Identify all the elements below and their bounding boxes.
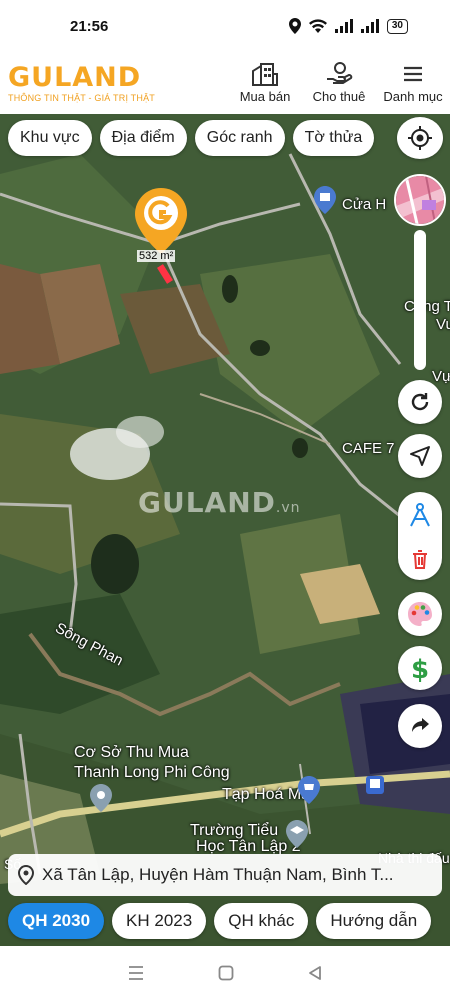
map-label: Vu <box>436 316 450 333</box>
refresh-button[interactable] <box>398 380 442 424</box>
filter-chips: Khu vực Địa điểm Góc ranh Tờ thửa <box>8 120 375 156</box>
property-pin-icon[interactable] <box>135 188 187 254</box>
watermark-text: GULAND <box>138 486 276 519</box>
header-nav: Mua bán Cho thuê Danh mục <box>234 62 444 104</box>
location-icon <box>288 18 301 34</box>
crosshair-icon <box>408 126 432 150</box>
school-marker-icon[interactable] <box>286 820 308 848</box>
opacity-slider[interactable] <box>414 230 426 370</box>
logo-text: GULAND <box>8 61 142 93</box>
location-pin-icon <box>18 865 34 885</box>
logo[interactable]: GULAND THÔNG TIN THẬT - GIÁ TRỊ THẬT <box>8 61 213 103</box>
share-icon <box>412 718 429 732</box>
map-label: Cửa H <box>342 196 387 213</box>
logo-tagline: THÔNG TIN THẬT - GIÁ TRỊ THẬT <box>8 92 155 103</box>
back-icon[interactable] <box>307 965 323 981</box>
watermark-suffix: .vn <box>275 500 301 516</box>
store-marker-icon[interactable] <box>298 776 320 804</box>
dollar-icon: $ <box>411 655 429 683</box>
trash-icon[interactable] <box>409 548 431 570</box>
refresh-icon <box>411 393 429 411</box>
signal-icon-2 <box>360 19 379 33</box>
place-marker-icon[interactable] <box>90 784 112 812</box>
tab-qh-khac[interactable]: QH khác <box>214 903 309 939</box>
nav-cho-thue[interactable]: Cho thuê <box>308 62 370 104</box>
map-label: CAFE 7 <box>342 440 395 457</box>
chip-to-thua[interactable]: Tờ thửa <box>292 120 375 156</box>
share-button[interactable] <box>398 704 442 748</box>
address-text: Xã Tân Lập, Huyện Hàm Thuận Nam, Bình T.… <box>42 865 394 884</box>
wifi-icon <box>308 19 327 33</box>
nav-mua-ban[interactable]: Mua bán <box>234 62 296 104</box>
navigate-button[interactable] <box>398 434 442 478</box>
map-label: Vự <box>432 368 450 385</box>
chip-dia-diem[interactable]: Địa điểm <box>99 120 187 156</box>
map-label: Cơ Sở Thu Mua <box>74 744 189 761</box>
bus-stop-icon[interactable] <box>366 776 384 794</box>
status-icons: 30 <box>288 18 408 34</box>
navigation-arrow-icon <box>410 446 430 466</box>
status-bar: 21:56 30 <box>0 0 450 52</box>
building-icon <box>252 63 278 86</box>
planning-tabs: QH 2030 KH 2023 QH khác Hướng dẫn <box>8 903 432 939</box>
chip-goc-ranh[interactable]: Góc ranh <box>194 120 285 156</box>
area-label: 532 m² <box>137 250 176 262</box>
price-button[interactable]: $ <box>398 646 442 690</box>
watermark: GULAND.vn <box>138 486 301 519</box>
nav-mua-ban-label: Mua bán <box>239 89 291 104</box>
map-label: Công T <box>404 298 450 315</box>
hand-icon <box>327 62 353 84</box>
planning-layer-thumbnail[interactable] <box>394 174 446 226</box>
chip-khu-vuc[interactable]: Khu vực <box>8 120 92 156</box>
tab-qh-2030[interactable]: QH 2030 <box>8 903 105 939</box>
palette-icon <box>408 602 432 626</box>
shop-marker-icon[interactable] <box>314 186 336 214</box>
tab-kh-2023[interactable]: KH 2023 <box>112 903 207 939</box>
nav-cho-thue-label: Cho thuê <box>312 89 366 104</box>
tab-huong-dan[interactable]: Hướng dẫn <box>316 903 432 939</box>
battery-icon: 30 <box>386 18 408 34</box>
home-icon[interactable] <box>218 965 234 981</box>
status-time: 21:56 <box>70 17 109 35</box>
nav-danh-muc-label: Danh mục <box>383 89 443 104</box>
my-location-button[interactable] <box>397 117 443 159</box>
signal-icon <box>334 19 353 33</box>
nav-danh-muc[interactable]: Danh mục <box>382 62 444 104</box>
menu-icon <box>404 66 422 82</box>
recent-apps-icon[interactable] <box>127 965 145 981</box>
map-label: Thanh Long Phi Công <box>74 764 230 781</box>
palette-button[interactable] <box>398 592 442 636</box>
svg-text:$: $ <box>411 655 429 683</box>
system-navigation-bar <box>0 946 450 1000</box>
app-header: GULAND THÔNG TIN THẬT - GIÁ TRỊ THẬT Mua… <box>0 52 450 114</box>
address-bar[interactable]: Xã Tân Lập, Huyện Hàm Thuận Nam, Bình T.… <box>8 854 442 896</box>
compass-measure-icon[interactable] <box>407 502 433 528</box>
measure-tools <box>398 492 442 580</box>
